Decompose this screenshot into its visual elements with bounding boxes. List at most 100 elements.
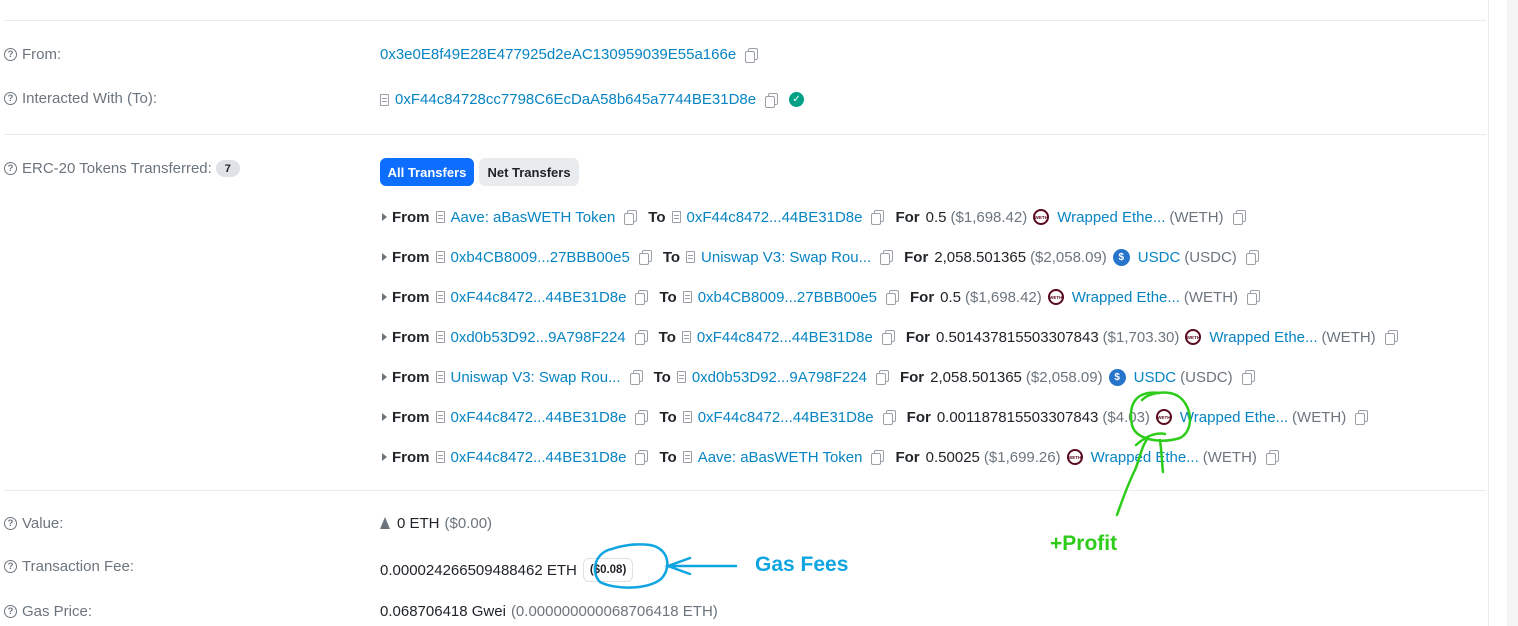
copy-icon[interactable] (1384, 330, 1398, 345)
transfer-from-link[interactable]: 0xb4CB8009...27BBB00e5 (451, 249, 630, 266)
weth-token-icon: WETH (1047, 289, 1064, 305)
copy-icon[interactable] (871, 210, 885, 225)
scrollbar-track[interactable] (1507, 0, 1518, 626)
transfer-row[interactable]: From Uniswap V3: Swap Rou... To 0xd0b53D92.… (382, 367, 1255, 387)
copy-icon[interactable] (881, 330, 895, 345)
token-symbol: (USDC) (1184, 248, 1237, 266)
copy-icon[interactable] (635, 410, 649, 425)
transfer-row[interactable]: From 0xF44c8472...44BE31D8e To 0xF44c8472..… (382, 407, 1369, 427)
copy-icon[interactable] (634, 330, 648, 345)
transfer-row[interactable]: From Aave: aBasWETH Token To 0xF44c8472...4… (382, 207, 1246, 227)
transfer-to-link[interactable]: 0xd0b53D92...9A798F224 (692, 369, 867, 386)
to-keyword: To (648, 208, 666, 226)
weth-token-icon: WETH (1066, 449, 1083, 465)
token-link[interactable]: Wrapped Ethe... (1209, 329, 1317, 346)
copy-icon[interactable] (624, 210, 638, 225)
for-keyword: For (895, 448, 920, 466)
copy-icon[interactable] (1245, 250, 1259, 265)
contract-icon (435, 451, 445, 463)
contract-icon (676, 371, 686, 383)
net-transfers-tab[interactable]: Net Transfers (479, 158, 579, 186)
transfer-row[interactable]: From 0xd0b53D92...9A798F224 To 0xF44c8472..… (382, 327, 1398, 347)
transfer-from-link[interactable]: 0xF44c8472...44BE31D8e (451, 449, 627, 466)
copy-icon[interactable] (765, 92, 779, 108)
transfer-row[interactable]: From 0xF44c8472...44BE31D8e To Aave: aBasWE… (382, 447, 1279, 467)
copy-icon[interactable] (1355, 410, 1369, 425)
from-keyword: From (392, 408, 430, 426)
transfer-amount: 0.001187815503307843 (936, 408, 1099, 426)
transfer-from-link[interactable]: 0xd0b53D92...9A798F224 (451, 329, 626, 346)
expand-caret-icon[interactable] (382, 213, 387, 221)
to-keyword: To (659, 288, 677, 306)
copy-icon[interactable] (886, 290, 899, 305)
contract-icon (671, 211, 681, 223)
transfer-to-link[interactable]: 0xF44c8472...44BE31D8e (698, 409, 874, 426)
divider (4, 490, 1486, 491)
transfer-from-link[interactable]: 0xF44c8472...44BE31D8e (451, 409, 627, 426)
help-icon[interactable]: ? (4, 517, 17, 530)
copy-icon[interactable] (1232, 210, 1246, 225)
copy-icon[interactable] (871, 450, 885, 465)
token-link[interactable]: Wrapped Ethe... (1057, 209, 1165, 226)
interacted-address-link[interactable]: 0xF44c84728cc7798C6EcDaA58b645a7744BE31D… (395, 91, 756, 108)
usdc-token-icon: $ (1108, 368, 1126, 386)
help-icon[interactable]: ? (4, 560, 17, 573)
copy-icon[interactable] (880, 250, 894, 265)
copy-icon[interactable] (629, 370, 643, 385)
expand-caret-icon[interactable] (382, 333, 387, 341)
transfer-from-link[interactable]: 0xF44c8472...44BE31D8e (451, 289, 627, 306)
token-link[interactable]: USDC (1134, 369, 1177, 386)
help-icon[interactable]: ? (4, 92, 17, 105)
value-label: ? Value: (4, 515, 63, 532)
transfer-row[interactable]: From 0xF44c8472...44BE31D8e To 0xb4CB8009..… (382, 287, 1261, 307)
expand-caret-icon[interactable] (382, 253, 387, 261)
from-address-link[interactable]: 0x3e0E8f49E28E477925d2eAC130959039E55a16… (380, 46, 736, 63)
token-link[interactable]: Wrapped Ethe... (1072, 289, 1180, 306)
copy-icon[interactable] (745, 47, 759, 63)
expand-caret-icon[interactable] (382, 453, 387, 461)
transfer-to-link[interactable]: 0xF44c8472...44BE31D8e (697, 329, 873, 346)
expand-caret-icon[interactable] (382, 413, 387, 421)
transfer-row[interactable]: From 0xb4CB8009...27BBB00e5 To Uniswap V3: … (382, 247, 1259, 267)
expand-caret-icon[interactable] (382, 373, 387, 381)
copy-icon[interactable] (635, 290, 649, 305)
copy-icon[interactable] (882, 410, 896, 425)
token-link[interactable]: USDC (1138, 249, 1181, 266)
token-link[interactable]: Wrapped Ethe... (1180, 409, 1288, 426)
contract-icon (435, 411, 445, 423)
to-keyword: To (653, 368, 671, 386)
transfer-to-link[interactable]: 0xb4CB8009...27BBB00e5 (698, 289, 877, 306)
usdc-token-icon: $ (1112, 248, 1130, 266)
copy-icon[interactable] (1265, 450, 1279, 465)
transfer-usd: ($1,703.30) (1102, 328, 1180, 346)
copy-icon[interactable] (875, 370, 889, 385)
copy-icon[interactable] (1247, 290, 1261, 305)
contract-icon (682, 411, 692, 423)
transfer-from-link[interactable]: Aave: aBasWETH Token (451, 209, 616, 226)
from-keyword: From (392, 208, 430, 226)
help-icon[interactable]: ? (4, 48, 17, 61)
help-icon[interactable]: ? (4, 162, 17, 175)
copy-icon[interactable] (638, 250, 652, 265)
transfer-usd: ($4.03) (1102, 408, 1150, 426)
token-symbol: (WETH) (1183, 288, 1239, 306)
transfer-to-link[interactable]: Aave: aBasWETH Token (698, 449, 863, 466)
from-keyword: From (392, 448, 430, 466)
transfer-to-link[interactable]: 0xF44c8472...44BE31D8e (687, 209, 863, 226)
to-keyword: To (662, 248, 681, 266)
transaction-details-page: ? From: 0x3e0E8f49E28E477925d2eAC1309590… (0, 0, 1518, 626)
gas-label: ? Gas Price: (4, 603, 92, 620)
contract-icon (435, 211, 445, 223)
token-link[interactable]: Wrapped Ethe... (1091, 449, 1199, 466)
copy-icon[interactable] (635, 450, 649, 465)
transfer-to-link[interactable]: Uniswap V3: Swap Rou... (701, 249, 871, 266)
copy-icon[interactable] (1241, 370, 1255, 385)
expand-caret-icon[interactable] (382, 293, 387, 301)
help-icon[interactable]: ? (4, 605, 17, 618)
gas-eth: (0.000000000068706418 ETH) (510, 603, 718, 620)
card-border (1488, 0, 1489, 626)
all-transfers-tab[interactable]: All Transfers (380, 158, 474, 186)
transfer-amount: 2,058.501365 (934, 248, 1027, 266)
transfer-from-link[interactable]: Uniswap V3: Swap Rou... (451, 369, 621, 386)
transfer-usd: ($2,058.09) (1025, 368, 1103, 386)
